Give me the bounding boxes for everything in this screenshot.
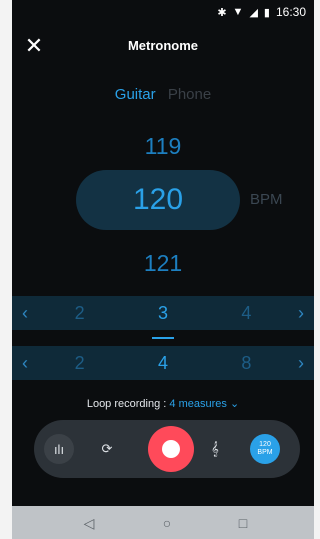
bpm-current-value[interactable]: 120	[76, 170, 240, 230]
bpm-badge-unit: BPM	[257, 449, 273, 456]
record-dot-icon	[162, 440, 180, 458]
bpm-unit-label: BPM	[250, 191, 283, 208]
battery-icon: ▮	[263, 6, 270, 19]
note-option-right[interactable]: 8	[205, 353, 288, 374]
wifi-icon: ▼	[232, 6, 244, 18]
control-bar: ılı ⟳ 𝄞 120 BPM	[34, 420, 300, 478]
bpm-previous-value[interactable]: 119	[12, 133, 314, 160]
bluetooth-icon: ✱	[217, 6, 227, 19]
app-screen: ✱ ▼ ◢ ▮ 16:30 ✕ Metronome Guitar Phone 1…	[12, 0, 314, 539]
meter-icon[interactable]: ılı	[44, 434, 74, 464]
note-option-left[interactable]: 2	[38, 353, 121, 374]
signal-icon: ◢	[249, 6, 258, 19]
beats-option-right[interactable]: 4	[205, 303, 288, 324]
bpm-badge-button[interactable]: 120 BPM	[250, 434, 280, 464]
home-icon[interactable]: ○	[158, 514, 176, 532]
loop-recording-label: Loop recording :	[86, 398, 170, 410]
chevron-left-icon[interactable]: ‹	[12, 303, 38, 324]
back-icon[interactable]: ◁	[80, 514, 98, 532]
tab-phone[interactable]: Phone	[168, 86, 211, 103]
android-nav-bar: ◁ ○ □	[12, 506, 314, 539]
instrument-tabs: Guitar Phone	[12, 86, 314, 108]
bpm-next-value[interactable]: 121	[12, 250, 314, 277]
beats-option-left[interactable]: 2	[38, 303, 121, 324]
loop-recording-value[interactable]: 4 measures	[169, 398, 226, 410]
sync-icon[interactable]: ⟳	[92, 434, 122, 464]
status-time: 16:30	[275, 5, 306, 19]
tempo-icon[interactable]: 𝄞	[200, 434, 230, 464]
chevron-left-icon[interactable]: ‹	[12, 353, 38, 374]
beats-option-selected[interactable]: 3	[121, 303, 204, 324]
tab-guitar[interactable]: Guitar	[115, 86, 156, 103]
recent-apps-icon[interactable]: □	[234, 514, 252, 532]
top-bar: ✕ Metronome	[12, 32, 314, 60]
note-option-selected[interactable]: 4	[121, 353, 204, 374]
bpm-badge-value: 120	[259, 441, 271, 448]
chevron-right-icon[interactable]: ›	[288, 303, 314, 324]
loop-recording-setting[interactable]: Loop recording : 4 measures ⌄	[12, 397, 314, 410]
page-title: Metronome	[127, 38, 199, 53]
selection-indicator	[152, 337, 174, 339]
chevron-right-icon[interactable]: ›	[288, 353, 314, 374]
chevron-down-icon[interactable]: ⌄	[230, 398, 239, 410]
status-bar: ✱ ▼ ◢ ▮ 16:30	[12, 0, 314, 24]
note-value-selector-row: ‹ 2 4 8 ›	[12, 346, 314, 380]
beats-selector-row: ‹ 2 3 4 ›	[12, 296, 314, 330]
